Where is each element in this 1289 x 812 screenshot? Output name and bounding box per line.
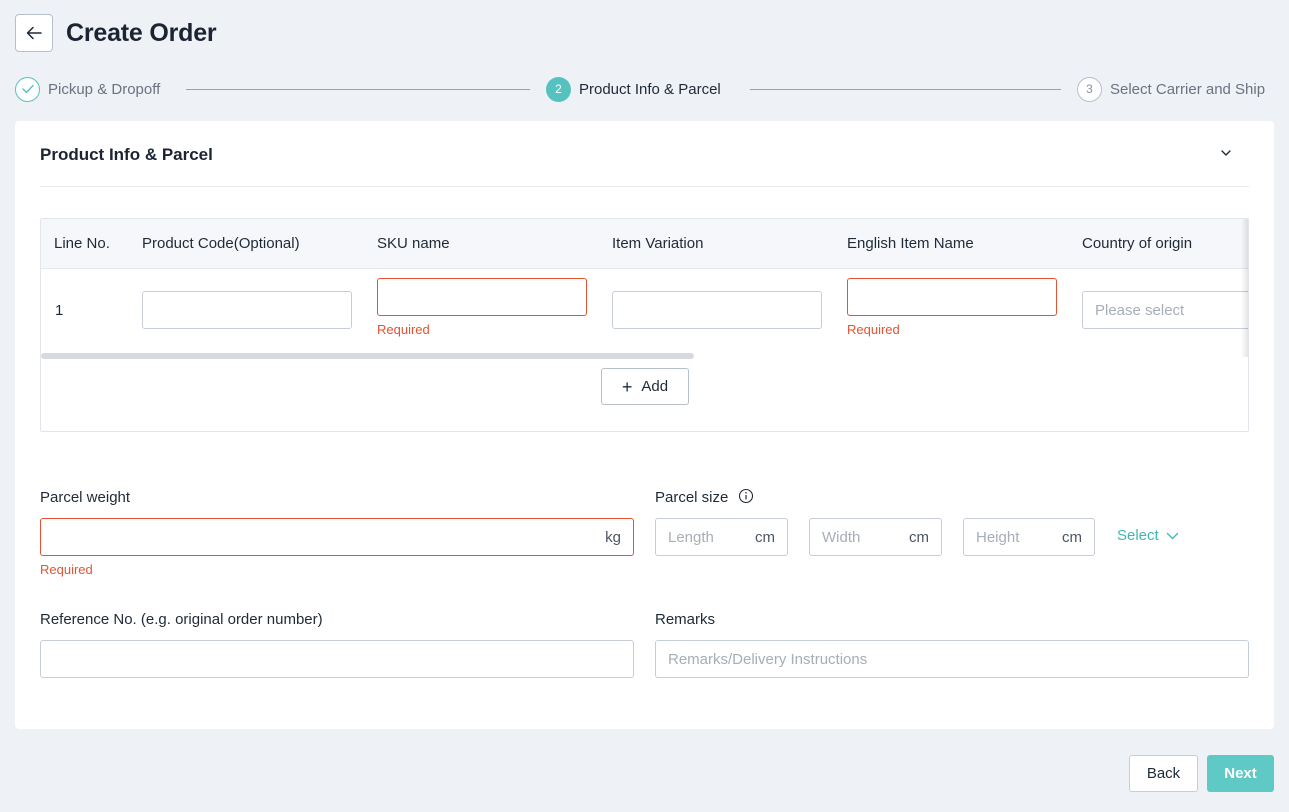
- remarks-placeholder: Remarks/Delivery Instructions: [668, 651, 868, 668]
- length-unit: cm: [755, 529, 775, 546]
- length-placeholder: Length: [668, 529, 714, 546]
- back-button[interactable]: [15, 14, 53, 52]
- horizontal-scrollbar[interactable]: [41, 353, 694, 359]
- height-input[interactable]: Height cm: [963, 518, 1095, 556]
- next-button[interactable]: Next: [1207, 755, 1274, 792]
- country-placeholder: Please select: [1095, 302, 1185, 319]
- product-info-card: Product Info & Parcel Line No. Product C…: [15, 121, 1274, 729]
- column-header: English Item Name: [847, 235, 974, 252]
- table-header: Line No. Product Code(Optional) SKU name…: [41, 219, 1248, 269]
- weight-unit: kg: [605, 529, 621, 546]
- info-icon[interactable]: [738, 488, 754, 504]
- plus-icon: +: [621, 376, 633, 397]
- add-label: Add: [641, 378, 669, 395]
- check-icon: [21, 84, 34, 94]
- height-unit: cm: [1062, 529, 1082, 546]
- step-number: 3: [1077, 76, 1102, 102]
- arrow-left-icon: [26, 26, 42, 40]
- select-label: Select: [1117, 527, 1159, 544]
- page-header: Create Order: [15, 14, 217, 52]
- stepper: Pickup & Dropoff 2 Product Info & Parcel…: [15, 76, 1275, 102]
- length-input[interactable]: Length cm: [655, 518, 788, 556]
- product-table: Line No. Product Code(Optional) SKU name…: [40, 218, 1249, 432]
- page-title: Create Order: [66, 18, 217, 47]
- line-number: 1: [55, 302, 64, 319]
- reference-label: Reference No. (e.g. original order numbe…: [40, 611, 323, 628]
- step-connector: [186, 89, 530, 90]
- back-step-button[interactable]: Back: [1129, 755, 1198, 792]
- step-number: 2: [546, 76, 571, 102]
- chevron-down-icon[interactable]: [1218, 145, 1234, 161]
- divider: [40, 186, 1249, 187]
- parcel-size-select[interactable]: Select: [1117, 527, 1179, 544]
- step-label: Pickup & Dropoff: [48, 80, 161, 98]
- parcel-weight-label: Parcel weight: [40, 489, 131, 506]
- remarks-label: Remarks: [655, 611, 716, 628]
- english-item-name-input[interactable]: [847, 278, 1057, 316]
- scroll-shadow: [1241, 219, 1248, 357]
- step-done-check: [15, 76, 40, 102]
- column-header: Line No.: [54, 235, 110, 252]
- step-label: Select Carrier and Ship: [1110, 80, 1266, 98]
- sku-name-error: Required: [377, 322, 430, 337]
- step-connector: [750, 89, 1061, 90]
- column-header: Product Code(Optional): [142, 235, 300, 252]
- chevron-down-icon: [1166, 532, 1178, 539]
- column-header: SKU name: [377, 235, 450, 252]
- column-header: Country of origin: [1082, 235, 1193, 252]
- width-placeholder: Width: [822, 529, 861, 546]
- parcel-size-label: Parcel size: [655, 489, 729, 506]
- parcel-weight-input[interactable]: kg: [40, 518, 634, 556]
- step-product-info-parcel[interactable]: 2 Product Info & Parcel: [546, 76, 721, 102]
- section-title: Product Info & Parcel: [40, 145, 213, 164]
- height-placeholder: Height: [976, 529, 1020, 546]
- country-of-origin-select[interactable]: Please select: [1082, 291, 1248, 329]
- remarks-input[interactable]: Remarks/Delivery Instructions: [655, 640, 1249, 678]
- product-code-input[interactable]: [142, 291, 352, 329]
- width-unit: cm: [909, 529, 929, 546]
- parcel-weight-error: Required: [40, 562, 93, 577]
- step-label: Product Info & Parcel: [579, 80, 721, 98]
- step-pickup-dropoff[interactable]: Pickup & Dropoff: [15, 76, 160, 102]
- step-select-carrier[interactable]: 3 Select Carrier and Ship: [1077, 76, 1265, 102]
- width-input[interactable]: Width cm: [809, 518, 942, 556]
- add-line-button[interactable]: + Add: [601, 368, 689, 405]
- reference-input[interactable]: [40, 640, 634, 678]
- item-variation-input[interactable]: [612, 291, 822, 329]
- english-item-name-error: Required: [847, 322, 900, 337]
- column-header: Item Variation: [612, 235, 704, 252]
- sku-name-input[interactable]: [377, 278, 587, 316]
